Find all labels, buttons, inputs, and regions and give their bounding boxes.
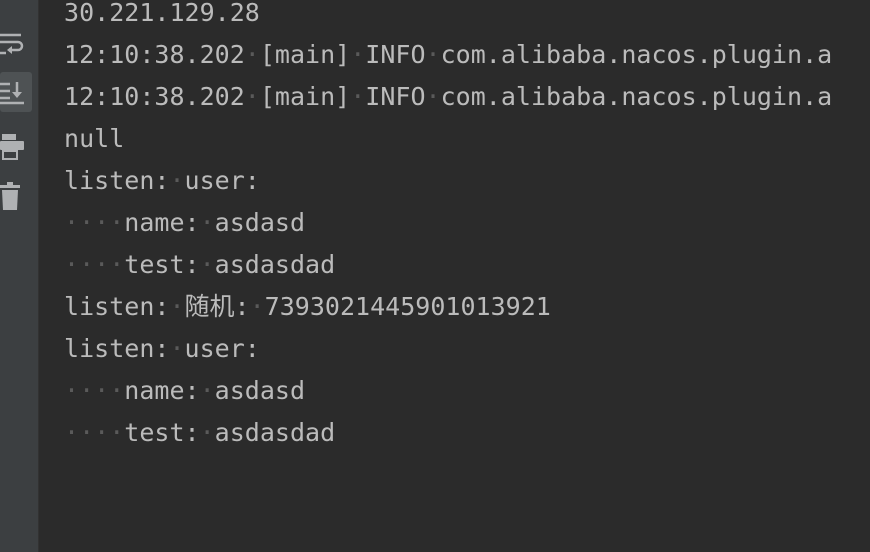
- scroll-to-end-button[interactable]: [0, 72, 32, 112]
- console-toolbar: [0, 0, 39, 552]
- console-line: ····name:·asdasd: [64, 376, 305, 405]
- console-line: ····name:·asdasd: [64, 208, 305, 237]
- scroll-to-end-icon: [0, 82, 24, 105]
- print-button[interactable]: [0, 126, 32, 166]
- console-line: 30.221.129.28: [64, 0, 260, 27]
- console-line: 12:10:38.202·[main]·INFO·com.alibaba.nac…: [64, 40, 833, 69]
- run-console-window: 30.221.129.28 12:10:38.202·[main]·INFO·c…: [0, 0, 870, 552]
- trash-icon: [0, 182, 20, 210]
- console-line: ····test:·asdasdad: [64, 418, 336, 447]
- console-line: listen:·随机:·7393021445901013921: [64, 292, 551, 321]
- console-line: 12:10:38.202·[main]·INFO·com.alibaba.nac…: [64, 82, 833, 111]
- console-line: listen:·user:: [64, 166, 260, 195]
- soft-wrap-icon: [0, 33, 24, 55]
- print-icon: [0, 134, 24, 160]
- console-line: null: [64, 124, 125, 153]
- soft-wrap-button[interactable]: [0, 22, 32, 62]
- console-output[interactable]: 30.221.129.28 12:10:38.202·[main]·INFO·c…: [39, 0, 870, 552]
- console-line: ····test:·asdasdad: [64, 250, 336, 279]
- clear-all-button[interactable]: [0, 176, 32, 216]
- console-line: listen:·user:: [64, 334, 260, 363]
